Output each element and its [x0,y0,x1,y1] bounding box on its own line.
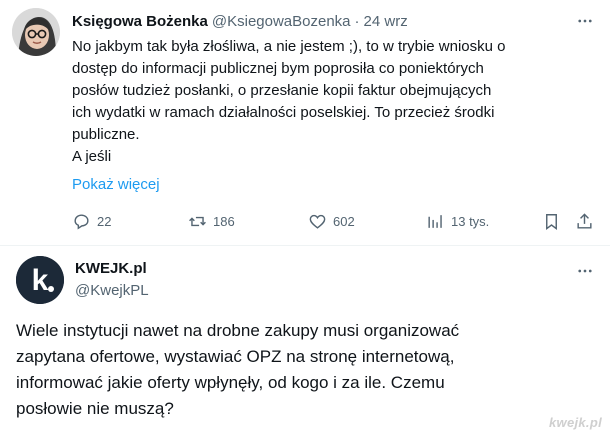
author-name[interactable]: Księgowa Bożenka [72,13,208,30]
tweet-text-line: zapytana ofertowe, wystawiać OPZ na stro… [16,347,455,366]
watermark: kwejk.pl [549,415,602,430]
reply-count: 22 [97,213,112,229]
tweet-text: No jakbym tak była złośliwa, a nie jeste… [72,36,597,168]
tweet-text-line: informować jakie oferty wpłynęły, od kog… [16,373,445,392]
views-icon [428,214,442,228]
more-icon[interactable] [574,10,596,32]
tweet-text-line: A jeśli [72,148,112,165]
views-button[interactable]: 13 tys. [426,208,489,234]
bookmark-button[interactable] [542,208,561,234]
tweet-text-line: ich wydatki w ramach działalności posels… [72,104,495,121]
tweet-text-line: posłowie nie muszą? [16,399,174,418]
tweet-text-line: publiczne. [72,126,140,143]
author-handle[interactable]: @KsiegowaBozenka [212,13,351,30]
tweet-actions: 22 186 602 13 tys. [72,208,592,234]
tweet-header: Księgowa Bożenka @KsiegowaBozenka · 24 w… [72,10,590,32]
more-icon[interactable] [574,260,596,282]
share-icon [577,212,592,229]
reply-icon [74,213,89,230]
avatar[interactable] [12,8,60,56]
retweet-count: 186 [213,213,235,229]
share-button[interactable] [575,208,594,234]
tweet-date[interactable]: 24 wrz [364,13,408,30]
retweet-button[interactable]: 186 [188,208,235,234]
avatar[interactable]: k [16,256,64,304]
tweet-text-line: Wiele instytucji nawet na drobne zakupy … [16,321,460,340]
bookmark-icon [546,213,557,230]
author-handle[interactable]: @KwejkPL [75,282,149,299]
author-name[interactable]: KWEJK.pl [75,260,147,277]
like-icon [309,214,326,229]
tweet-text-line: dostęp do informacji publicznej bym popr… [72,60,484,77]
tweet-text-line: posłów tudzież posłanki, o przesłanie ko… [72,82,492,99]
reply-button[interactable]: 22 [72,208,111,234]
tweet-text-line: No jakbym tak była złośliwa, a nie jeste… [72,38,506,55]
like-count: 602 [333,213,355,229]
kwejk-logo-letter: k [32,264,49,297]
separator-dot: · [354,12,360,30]
tweet-ksiegowa-bozenka[interactable]: Księgowa Bożenka @KsiegowaBozenka · 24 w… [0,0,610,245]
tweet-text: Wiele instytucji nawet na drobne zakupy … [16,318,601,422]
tweet-divider [0,245,610,246]
like-button[interactable]: 602 [308,208,355,234]
retweet-icon [189,216,206,226]
views-count: 13 tys. [451,213,490,229]
show-more-link[interactable]: Pokaż więcej [72,174,160,196]
